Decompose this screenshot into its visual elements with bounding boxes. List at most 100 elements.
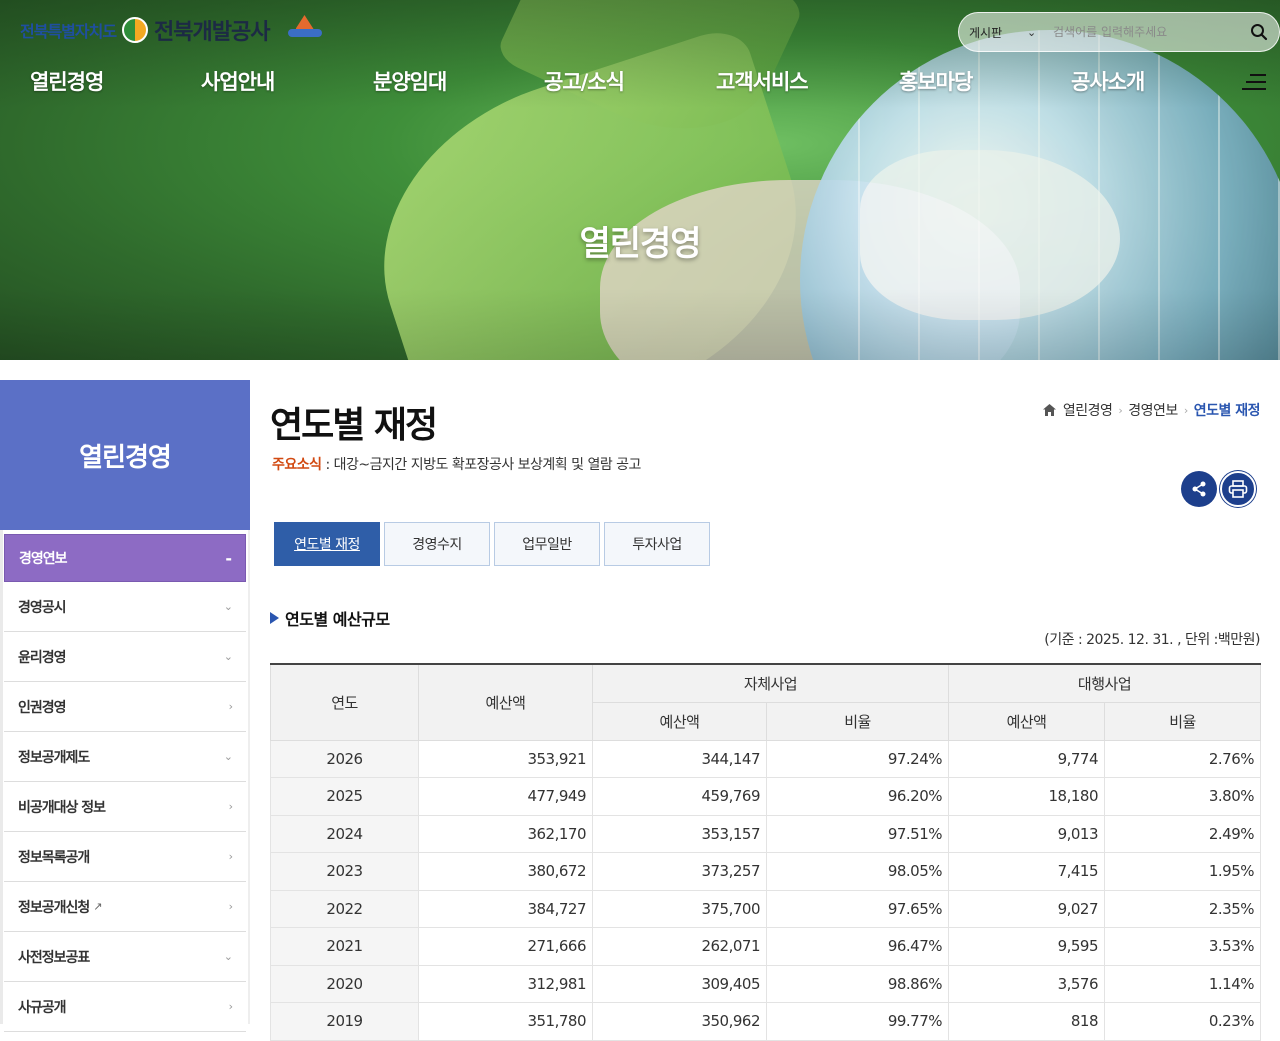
- column-header: 연도: [270, 663, 419, 741]
- search-category-select[interactable]: 게시판: [967, 24, 1027, 41]
- column-header: 예산액: [418, 663, 593, 741]
- global-nav: 열린경영 사업안내 분양임대 공고/소식 고객서비스 홍보마당 공사소개: [0, 66, 1280, 100]
- table-cell: 1.14%: [1104, 964, 1262, 1003]
- table-cell: 373,257: [592, 852, 767, 891]
- content-tabs: 연도별 재정 경영수지 업무일반 투자사업: [274, 522, 710, 566]
- table-cell: 2024: [270, 814, 419, 853]
- home-icon[interactable]: [1042, 403, 1057, 417]
- table-cell: 0.23%: [1104, 1002, 1262, 1041]
- sidebar-item-nondisclosure[interactable]: 비공개대상 정보 ›: [4, 782, 246, 832]
- table-row: 2025 477,949 459,769 96.20% 18,180 3.80%: [270, 777, 1262, 816]
- site-logo[interactable]: 전북특별자치도 전북개발공사: [20, 14, 326, 46]
- corp-logo-icon: [122, 17, 149, 43]
- chevron-right-icon: ›: [228, 900, 234, 913]
- table-cell: 2022: [270, 889, 419, 928]
- sidebar-item-pre-publication[interactable]: 사전정보공표 ⌄: [4, 932, 246, 982]
- column-header: 예산액: [948, 701, 1106, 741]
- table-cell: 99.77%: [765, 1002, 950, 1041]
- breadcrumb: 열린경영 › 경영연보 › 연도별 재정: [1042, 400, 1261, 420]
- table-cell: 9,774: [948, 739, 1106, 778]
- chevron-down-icon: ⌄: [223, 950, 233, 963]
- table-cell: 98.05%: [765, 852, 950, 891]
- share-button[interactable]: [1181, 471, 1217, 507]
- search-input[interactable]: [1053, 25, 1247, 39]
- share-icon: [1192, 481, 1206, 497]
- budget-table: 연도 예산액 자체사업 대행사업 예산액 비율 예산액 비율 2026 353,9…: [270, 663, 1262, 1041]
- page-title: 연도별 재정: [270, 405, 438, 446]
- search-icon[interactable]: [1247, 20, 1271, 44]
- mascot-icon: [286, 15, 326, 45]
- hero-banner: 전북특별자치도 전북개발공사 게시판 ⌄ 열린경영 사업안내 분양임대 공고/소…: [0, 0, 1280, 360]
- gnb-item[interactable]: 분양임대: [373, 66, 447, 96]
- table-cell: 9,013: [948, 814, 1106, 853]
- sidebar-title: 열린경영: [0, 380, 250, 530]
- table-cell: 9,595: [948, 927, 1106, 966]
- chevron-down-icon[interactable]: ⌄: [1027, 26, 1053, 39]
- hamburger-menu-icon[interactable]: [1242, 72, 1266, 92]
- sidebar-item-regulations[interactable]: 사규공개 ›: [4, 982, 246, 1032]
- table-cell: 375,700: [592, 889, 767, 928]
- table-cell: 2.49%: [1104, 814, 1262, 853]
- table-cell: 2020: [270, 964, 419, 1003]
- sidebar-item-info-policy[interactable]: 정보공개제도 ⌄: [4, 732, 246, 782]
- table-cell: 344,147: [592, 739, 767, 778]
- table-cell: 96.47%: [765, 927, 950, 966]
- table-cell: 2.76%: [1104, 739, 1262, 778]
- table-cell: 353,157: [592, 814, 767, 853]
- news-label: 주요소식: [272, 457, 322, 473]
- chevron-down-icon: ⌄: [223, 650, 233, 663]
- triangle-bullet-icon: [270, 612, 279, 624]
- table-cell: 362,170: [418, 814, 593, 853]
- external-link-icon: ↗: [93, 900, 102, 913]
- table-cell: 2019: [270, 1002, 419, 1041]
- table-cell: 18,180: [948, 777, 1106, 816]
- gnb-item[interactable]: 홍보마당: [899, 66, 973, 96]
- table-cell: 459,769: [592, 777, 767, 816]
- sidebar-item-disclosure[interactable]: 경영공시 ⌄: [4, 582, 246, 632]
- sidebar-item-info-request[interactable]: 정보공개신청 ↗ ›: [4, 882, 246, 932]
- hero-title: 열린경영: [579, 224, 701, 264]
- breadcrumb-current: 연도별 재정: [1193, 403, 1261, 419]
- breadcrumb-item[interactable]: 경영연보: [1128, 400, 1178, 420]
- chevron-right-icon: ›: [1118, 403, 1123, 417]
- tab-general-business[interactable]: 업무일반: [494, 522, 600, 566]
- table-cell: 384,727: [418, 889, 593, 928]
- table-cell: 271,666: [418, 927, 593, 966]
- breadcrumb-item[interactable]: 열린경영: [1063, 400, 1113, 420]
- print-button[interactable]: [1220, 471, 1256, 507]
- chevron-right-icon: ›: [228, 700, 234, 713]
- sidebar-item-ethics[interactable]: 윤리경영 ⌄: [4, 632, 246, 682]
- table-cell: 2.35%: [1104, 889, 1262, 928]
- section-title: 연도별 예산규모: [270, 606, 390, 630]
- province-logo: 전북특별자치도: [20, 22, 117, 41]
- table-row: 2022 384,727 375,700 97.65% 9,027 2.35%: [270, 889, 1262, 928]
- table-cell: 3,576: [948, 964, 1106, 1003]
- chevron-down-icon: ⌄: [223, 600, 233, 613]
- chevron-down-icon: ⌄: [223, 750, 233, 763]
- gnb-item[interactable]: 열린경영: [30, 66, 104, 96]
- chevron-right-icon: ›: [1183, 403, 1188, 417]
- tab-yearly-finance[interactable]: 연도별 재정: [274, 522, 380, 566]
- sidebar-item-annual-report[interactable]: 경영연보 -: [4, 534, 246, 582]
- news-ticker[interactable]: 주요소식 : 대강~금지간 지방도 확포장공사 보상계획 및 열람 공고: [272, 454, 641, 474]
- table-cell: 309,405: [592, 964, 767, 1003]
- chevron-right-icon: ›: [228, 800, 234, 813]
- corp-logo-text: 전북개발공사: [154, 20, 270, 45]
- table-row: 2024 362,170 353,157 97.51% 9,013 2.49%: [270, 814, 1262, 853]
- table-cell: 97.65%: [765, 889, 950, 928]
- sidebar-item-info-list[interactable]: 정보목록공개 ›: [4, 832, 246, 882]
- column-group-header: 자체사업: [591, 663, 950, 703]
- column-group-header: 대행사업: [948, 663, 1262, 703]
- tab-investment[interactable]: 투자사업: [604, 522, 710, 566]
- gnb-item[interactable]: 공사소개: [1071, 66, 1145, 96]
- gnb-item[interactable]: 고객서비스: [716, 66, 809, 96]
- sidebar-item-human-rights[interactable]: 인권경영 ›: [4, 682, 246, 732]
- news-text: : 대강~금지간 지방도 확포장공사 보상계획 및 열람 공고: [321, 457, 641, 473]
- column-header: 비율: [765, 701, 950, 741]
- table-cell: 380,672: [418, 852, 593, 891]
- tab-income-expense[interactable]: 경영수지: [384, 522, 490, 566]
- gnb-item[interactable]: 공고/소식: [544, 66, 625, 96]
- table-cell: 312,981: [418, 964, 593, 1003]
- table-row: 2023 380,672 373,257 98.05% 7,415 1.95%: [270, 852, 1262, 891]
- gnb-item[interactable]: 사업안내: [201, 66, 275, 96]
